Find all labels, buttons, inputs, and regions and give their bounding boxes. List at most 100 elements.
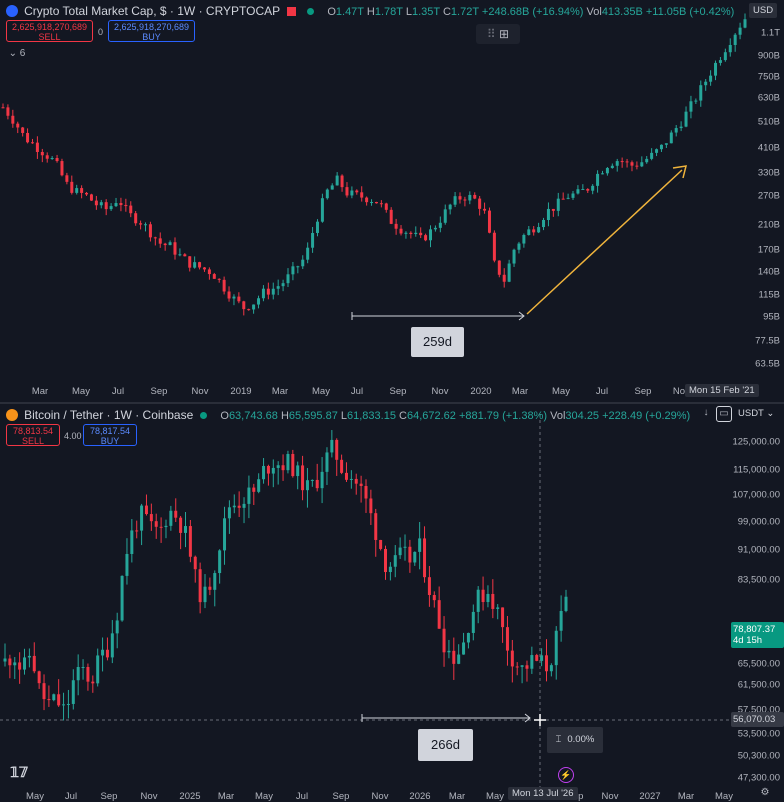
candle-body (510, 650, 514, 667)
btc-usdt-chart-pane[interactable]: Bitcoin / Tether · 1W · Coinbase O63,743… (0, 402, 784, 802)
time-axis-label: May (312, 386, 330, 397)
candle-body (699, 85, 703, 101)
time-axis-label: Sep (150, 386, 168, 397)
candle-body (306, 247, 310, 260)
candle-body (75, 188, 79, 193)
alert-icon (287, 7, 297, 16)
candle-body (384, 203, 388, 210)
candle-body (350, 190, 354, 196)
drag-handle-icon: ⠿ (486, 27, 496, 41)
bottom-chart-canvas[interactable] (0, 404, 784, 802)
candle-body (311, 232, 315, 248)
candle-body (566, 197, 570, 199)
total-market-cap-chart-pane[interactable]: Crypto Total Market Cap, $ · 1W · CRYPTO… (0, 0, 784, 400)
candle-body (549, 665, 553, 672)
crosshair-cursor-icon (534, 714, 546, 726)
candle-body (8, 658, 12, 666)
candle-body (462, 642, 466, 655)
candle-body (694, 100, 698, 102)
time-axis-label: Jul (111, 386, 125, 397)
candle-body (345, 187, 349, 196)
layout-button[interactable]: ⠿ ⊞ (476, 24, 520, 44)
candle-body (340, 175, 344, 188)
candle-body (125, 553, 129, 576)
candle-body (57, 694, 61, 706)
candle-body (65, 175, 69, 182)
indicators-toggle[interactable]: ⌄ 6 (6, 48, 28, 59)
top-buy-button[interactable]: 2,625,918,270,689 BUY (108, 20, 195, 42)
candle-body (104, 202, 108, 210)
candle-body (183, 526, 187, 533)
lightning-icon[interactable]: ⚡ (558, 767, 574, 783)
candle-body (447, 650, 451, 653)
candle-body (551, 208, 555, 211)
candle-body (261, 288, 265, 299)
candle-body (423, 538, 427, 578)
candle-body (281, 283, 285, 287)
candle-body (600, 173, 604, 175)
tradingview-logo-icon[interactable]: 𝟙𝟟 (8, 764, 30, 781)
candle-body (413, 551, 417, 563)
time-axis-label: Jul (595, 386, 609, 397)
candle-body (515, 666, 519, 668)
top-symbol-title[interactable]: Crypto Total Market Cap, $ · 1W · CRYPTO… (24, 4, 280, 18)
candle-body (709, 75, 713, 82)
candle-body (409, 232, 413, 235)
candle-body (203, 586, 207, 603)
candle-body (94, 200, 98, 206)
chevron-down-icon: ⌄ (8, 48, 18, 59)
candle-body (458, 196, 462, 200)
candle-body (169, 510, 173, 526)
bottom-price-axis[interactable]: 125,000.00 115,000.00 107,000.00 99,000.00 9… (726, 404, 784, 802)
time-axis-label: Mar (677, 791, 695, 802)
candle-body (223, 518, 227, 551)
candle-body (486, 593, 490, 603)
candle-body (52, 694, 56, 701)
bottom-sell-button[interactable]: 78,813.54 SELL (6, 424, 60, 446)
candle-body (664, 143, 668, 145)
candle-body (360, 192, 364, 198)
candle-body (398, 547, 402, 556)
candle-body (168, 242, 172, 246)
candle-body (296, 465, 300, 477)
price-axis-label: 91,000.00 (737, 544, 780, 556)
bottom-buy-button[interactable]: 78,817.54 BUY (83, 424, 137, 446)
candle-body (291, 266, 295, 275)
candle-body (615, 161, 619, 166)
candle-body (525, 665, 529, 669)
price-axis-label: 900B (757, 50, 780, 62)
candle-body (718, 60, 722, 63)
candle-body (198, 569, 202, 603)
candle-body (47, 699, 51, 701)
candle-body (37, 671, 41, 684)
candle-body (222, 279, 226, 292)
candle-body (374, 513, 378, 540)
time-axis-label: Nov (371, 791, 389, 802)
top-price-axis[interactable]: 1.1T 900B 750B 630B 510B 410B 330B 270B 210B 170B… (726, 0, 784, 400)
settings-icon[interactable]: ⚙ (758, 787, 772, 798)
candle-body (252, 304, 256, 310)
top-chart-canvas[interactable] (0, 0, 784, 400)
candle-body (266, 288, 270, 295)
candle-body (183, 254, 187, 257)
candle-body (344, 472, 348, 480)
candle-body (433, 227, 437, 230)
top-sell-button[interactable]: 2,625,918,270,689 SELL (6, 20, 93, 42)
candle-body (471, 611, 475, 633)
candle-body (11, 115, 15, 124)
time-axis-label: Mar (271, 386, 289, 397)
candle-body (115, 620, 119, 634)
candle-body (101, 649, 105, 656)
candle-body (154, 521, 158, 527)
candle-body (135, 530, 139, 532)
candle-body (497, 260, 501, 275)
bottom-symbol-title[interactable]: Bitcoin / Tether · 1W · Coinbase (24, 408, 193, 422)
candle-body (276, 465, 280, 468)
candle-body (492, 232, 496, 261)
candle-body (532, 229, 536, 233)
candle-body (208, 586, 212, 590)
candle-body (640, 162, 644, 167)
candle-body (581, 188, 585, 190)
candle-body (335, 439, 339, 460)
arrow-down-icon[interactable]: ↓ (700, 407, 712, 418)
